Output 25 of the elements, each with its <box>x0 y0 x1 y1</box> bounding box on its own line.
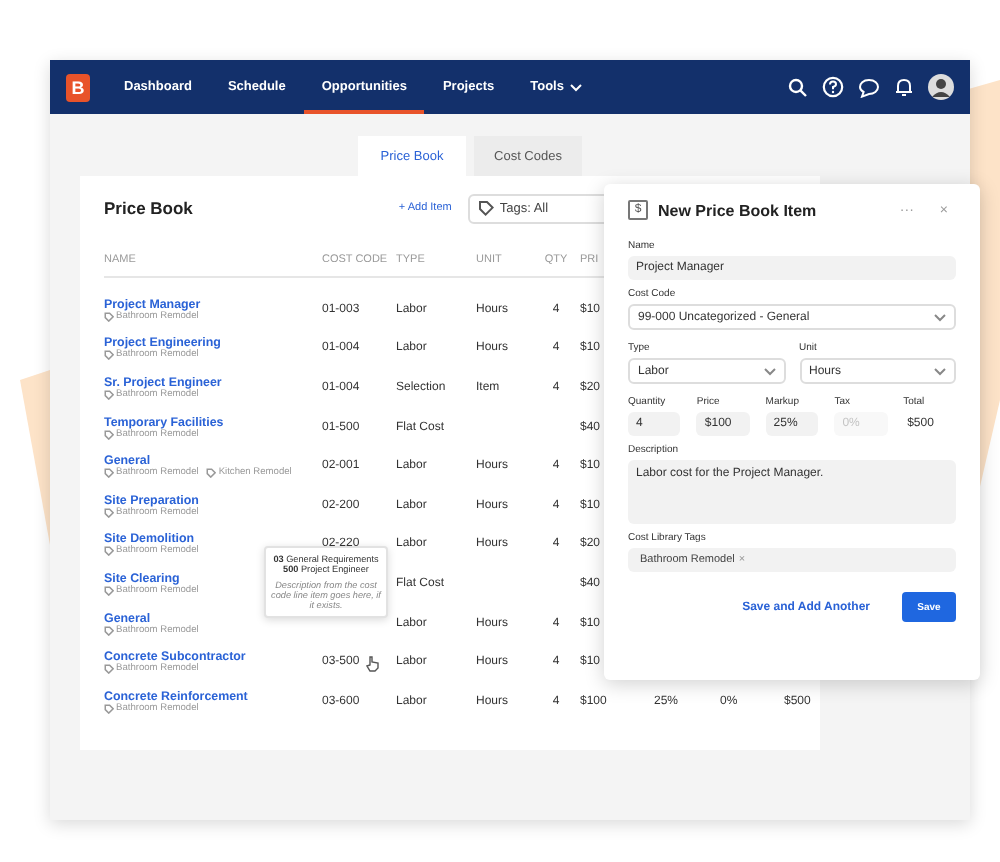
chat-icon[interactable] <box>858 77 880 97</box>
tag-icon <box>104 507 114 518</box>
avatar[interactable] <box>928 74 954 100</box>
panel-title: New Price Book Item <box>658 201 817 219</box>
logo[interactable]: B <box>66 73 90 101</box>
search-icon[interactable] <box>788 77 808 97</box>
tag-icon <box>104 389 114 400</box>
card-title: Price Book <box>104 198 193 218</box>
chevron-icon <box>934 367 946 375</box>
hand-cursor-icon <box>366 656 380 672</box>
help-icon[interactable] <box>822 76 844 98</box>
tag-icon <box>104 429 114 440</box>
notification-bell-icon[interactable] <box>894 76 914 98</box>
tag-icon <box>104 703 114 714</box>
chevron-icon <box>763 367 775 375</box>
tag-icon <box>104 664 114 675</box>
tag-icon <box>104 546 114 557</box>
tag-icon <box>104 585 114 596</box>
tag-icon <box>104 468 114 479</box>
tag-icon <box>104 625 114 636</box>
tag-icon <box>104 311 114 322</box>
tag-icon <box>206 468 217 479</box>
tag-icon <box>104 350 114 361</box>
chevron-icon <box>934 313 946 321</box>
tag-icon <box>477 200 494 216</box>
